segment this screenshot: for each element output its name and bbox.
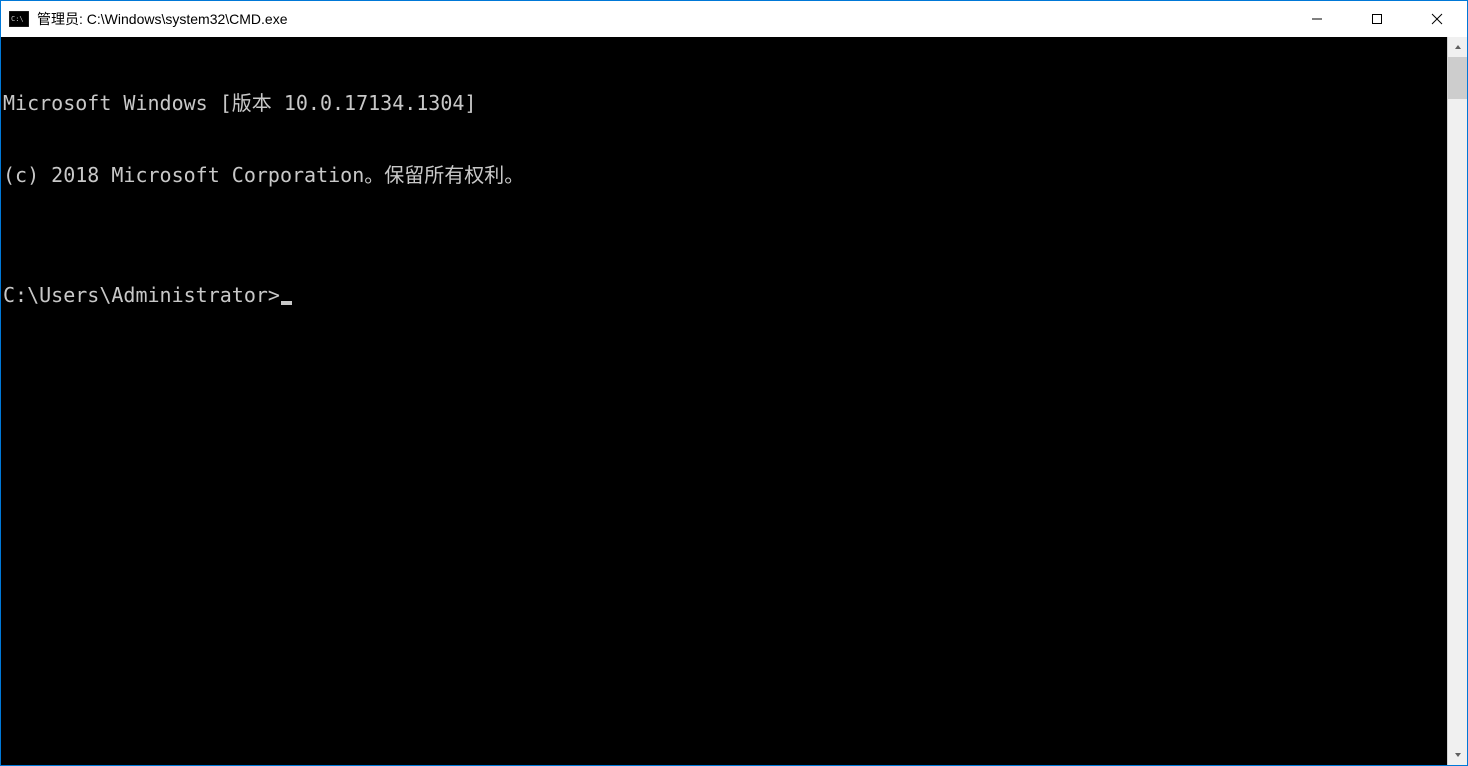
window-title: 管理员: C:\Windows\system32\CMD.exe (37, 9, 1287, 29)
chevron-up-icon (1454, 43, 1462, 51)
scroll-thumb[interactable] (1448, 57, 1467, 99)
minimize-button[interactable] (1287, 1, 1347, 37)
close-button[interactable] (1407, 1, 1467, 37)
scroll-down-button[interactable] (1448, 745, 1467, 765)
scroll-up-button[interactable] (1448, 37, 1467, 57)
terminal-wrapper: Microsoft Windows [版本 10.0.17134.1304] (… (1, 37, 1467, 765)
terminal-prompt-line: C:\Users\Administrator> (3, 283, 1447, 307)
cmd-window: C:\ 管理员: C:\Windows\system32\CMD.exe (0, 0, 1468, 766)
close-icon (1431, 13, 1443, 25)
terminal-prompt: C:\Users\Administrator> (3, 283, 280, 307)
cursor-icon (281, 301, 292, 305)
terminal-line: Microsoft Windows [版本 10.0.17134.1304] (3, 91, 1447, 115)
maximize-button[interactable] (1347, 1, 1407, 37)
chevron-down-icon (1454, 751, 1462, 759)
vertical-scrollbar[interactable] (1447, 37, 1467, 765)
window-controls (1287, 1, 1467, 37)
minimize-icon (1311, 13, 1323, 25)
title-bar[interactable]: C:\ 管理员: C:\Windows\system32\CMD.exe (1, 1, 1467, 37)
terminal-output[interactable]: Microsoft Windows [版本 10.0.17134.1304] (… (1, 37, 1447, 765)
terminal-line: (c) 2018 Microsoft Corporation。保留所有权利。 (3, 163, 1447, 187)
svg-text:C:\: C:\ (11, 15, 24, 23)
cmd-icon: C:\ (9, 10, 29, 28)
maximize-icon (1371, 13, 1383, 25)
scroll-track[interactable] (1448, 57, 1467, 745)
